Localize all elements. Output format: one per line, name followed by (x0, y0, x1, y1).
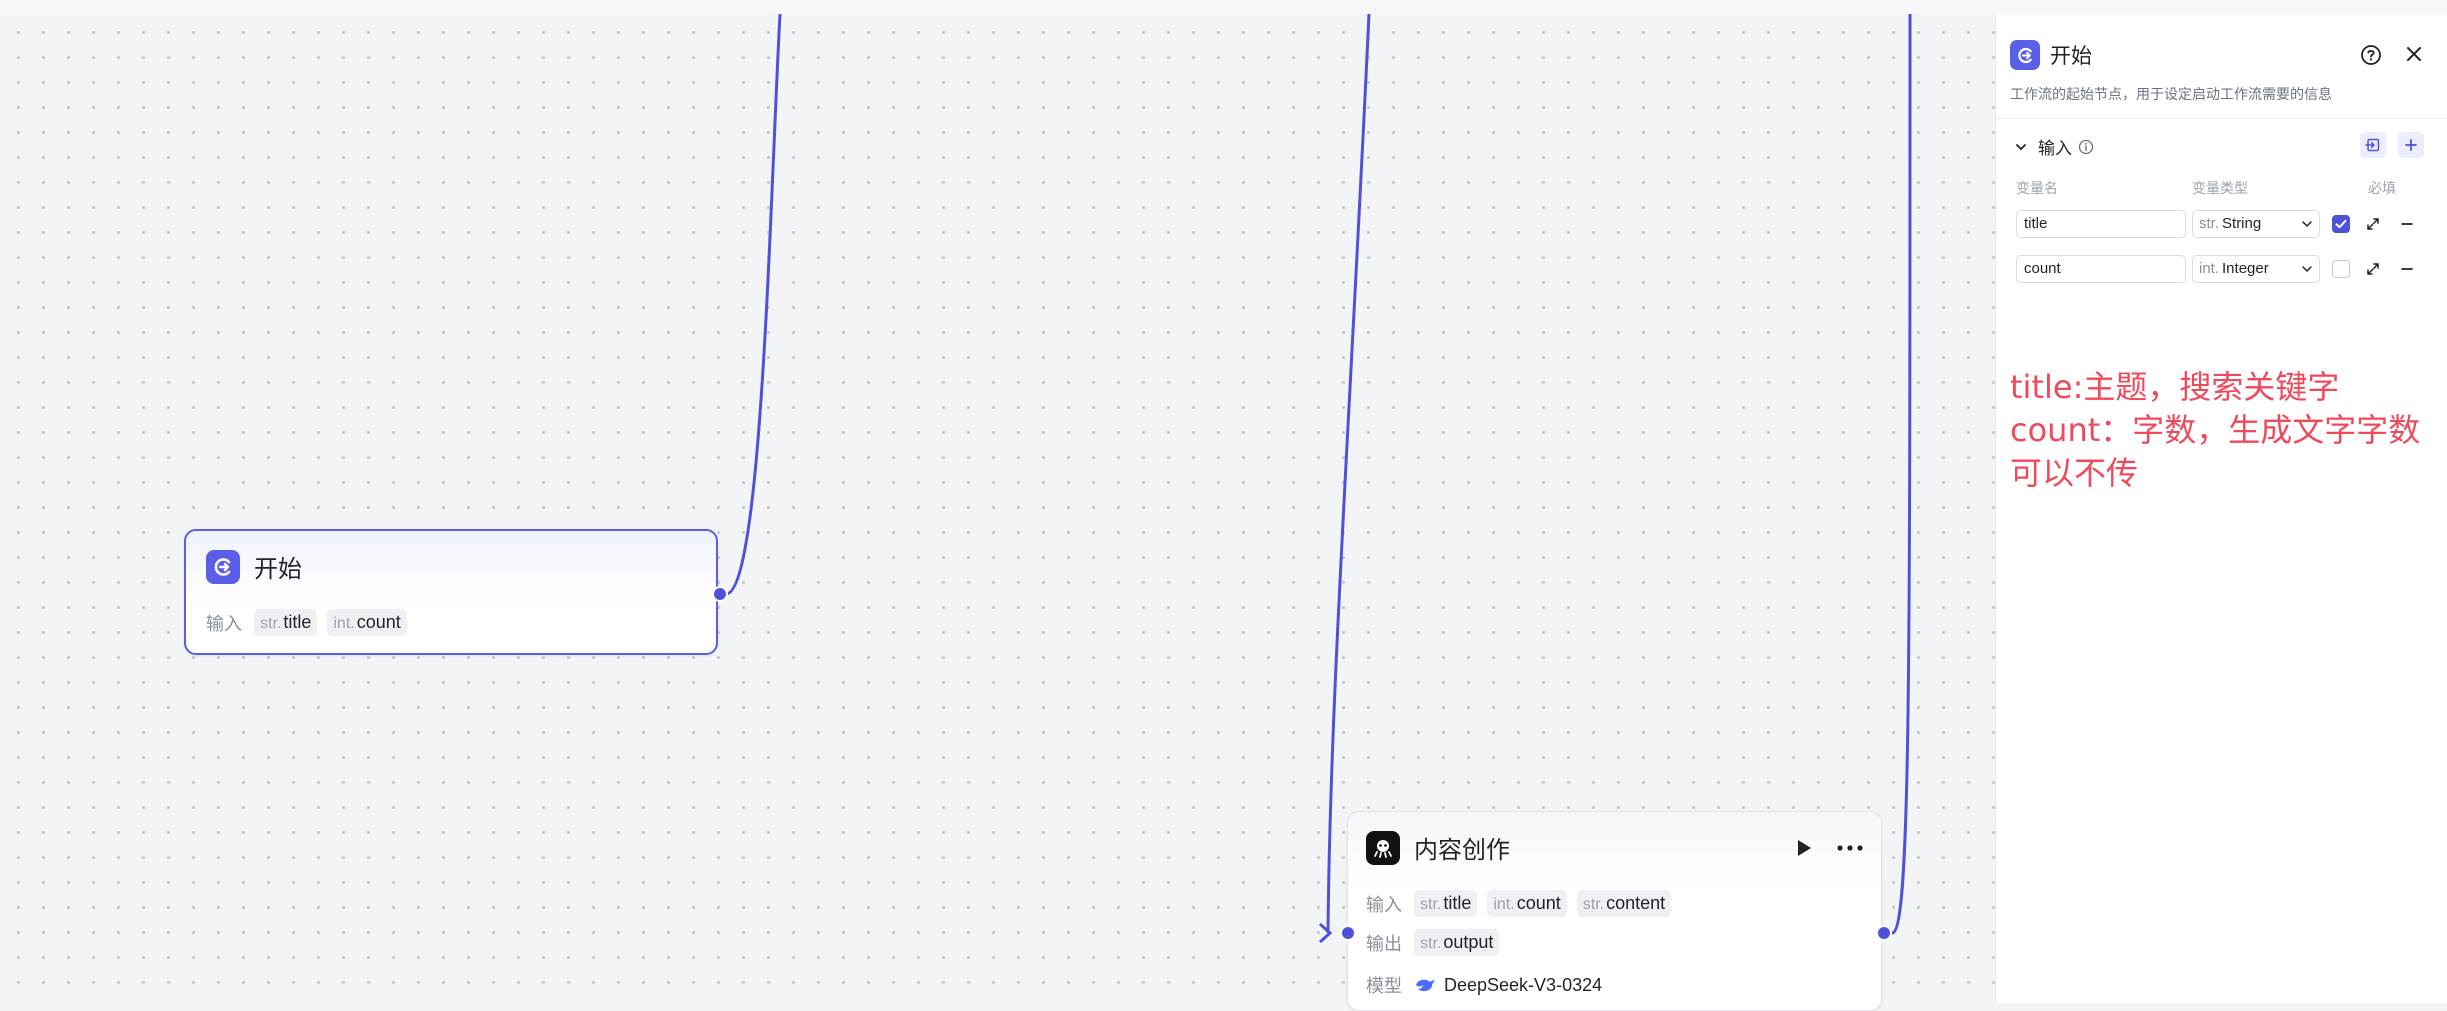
column-name-header: 变量名 (2016, 180, 2058, 196)
plus-icon (2405, 139, 2417, 151)
input-label: 输入 (206, 613, 242, 634)
param-tag: str. title (254, 609, 318, 636)
model-label: 模型 (1366, 976, 1402, 996)
chevron-down-icon (2302, 266, 2312, 273)
output-label: 输出 (1366, 933, 1402, 954)
param-tag: str. content (1576, 890, 1672, 917)
required-checkbox[interactable] (2332, 215, 2350, 233)
content-node-title: 内容创作 (1414, 837, 1510, 864)
annotation-note: title:主题，搜索关键字 count：字数，生成文字字数 可以不传 (2010, 366, 2440, 495)
top-bar (0, 0, 2447, 15)
expand-icon[interactable] (2366, 262, 2380, 276)
run-icon[interactable] (1795, 838, 1813, 858)
panel-title: 开始 (2050, 45, 2092, 68)
input-label: 输入 (1366, 894, 1402, 915)
column-type-header: 变量类型 (2192, 180, 2248, 196)
check-icon (2335, 219, 2347, 229)
close-icon[interactable] (2404, 44, 2424, 64)
variable-name-input[interactable]: count (2016, 255, 2186, 283)
column-required-header: 必填 (2368, 180, 2396, 196)
param-tag: int. count (1487, 890, 1567, 917)
note-line: count：字数，生成文字字数 (2010, 411, 2421, 449)
start-icon (2010, 40, 2040, 70)
variable-type-select[interactable]: str. String (2192, 210, 2320, 238)
panel-description: 工作流的起始节点，用于设定启动工作流需要的信息 (2010, 86, 2332, 102)
llm-icon (1366, 830, 1400, 865)
chevron-down-icon[interactable] (2014, 140, 2028, 154)
content-input-handle[interactable] (1340, 925, 1356, 941)
add-variable-button[interactable] (2398, 132, 2424, 158)
required-checkbox[interactable] (2332, 260, 2350, 278)
variable-type-select[interactable]: int. Integer (2192, 255, 2320, 283)
content-node-outputs: 输出 str. output (1366, 929, 1509, 956)
model-name: DeepSeek-V3-0324 (1444, 974, 1603, 995)
start-icon (206, 549, 240, 584)
help-icon[interactable] (2360, 44, 2382, 66)
expand-icon[interactable] (2366, 217, 2380, 231)
start-node-title: 开始 (254, 556, 302, 583)
deepseek-icon (1416, 979, 1435, 992)
variable-name-input[interactable]: title (2016, 210, 2186, 238)
remove-icon[interactable] (2400, 217, 2414, 231)
param-tag: str. output (1414, 929, 1500, 956)
content-node[interactable]: 内容创作 输入 str. title int. count str. content … (1347, 811, 1882, 1011)
note-line: 可以不传 (2010, 454, 2139, 492)
remove-icon[interactable] (2400, 262, 2414, 276)
content-output-handle[interactable] (1876, 925, 1892, 941)
note-line: title:主题，搜索关键字 (2010, 368, 2340, 406)
param-tag: int. count (327, 609, 407, 636)
start-node[interactable]: 开始 输入 str. title int. count (184, 529, 718, 655)
node-settings-panel: 开始 工作流的起始节点，用于设定启动工作流需要的信息 输入 变量名 变量类型 必… (1995, 14, 2447, 1003)
panel-header: 开始 (2010, 40, 2092, 70)
start-node-header: 开始 (206, 549, 302, 584)
info-icon[interactable] (2078, 139, 2094, 155)
content-node-inputs: 输入 str. title int. count str. content (1366, 890, 1681, 917)
content-node-header: 内容创作 (1366, 830, 1863, 865)
panel-divider (1996, 118, 2447, 119)
param-tag: str. title (1414, 890, 1478, 917)
start-node-inputs: 输入 str. title int. count (206, 609, 417, 636)
import-button[interactable] (2360, 132, 2386, 158)
input-section-header[interactable]: 输入 (2014, 134, 2094, 159)
start-output-handle[interactable] (712, 586, 728, 602)
more-icon[interactable] (1837, 844, 1863, 851)
input-section-title: 输入 (2038, 139, 2072, 158)
chevron-down-icon (2302, 221, 2312, 228)
content-node-model: 模型 DeepSeek-V3-0324 (1366, 972, 1602, 998)
import-icon (2365, 138, 2380, 152)
